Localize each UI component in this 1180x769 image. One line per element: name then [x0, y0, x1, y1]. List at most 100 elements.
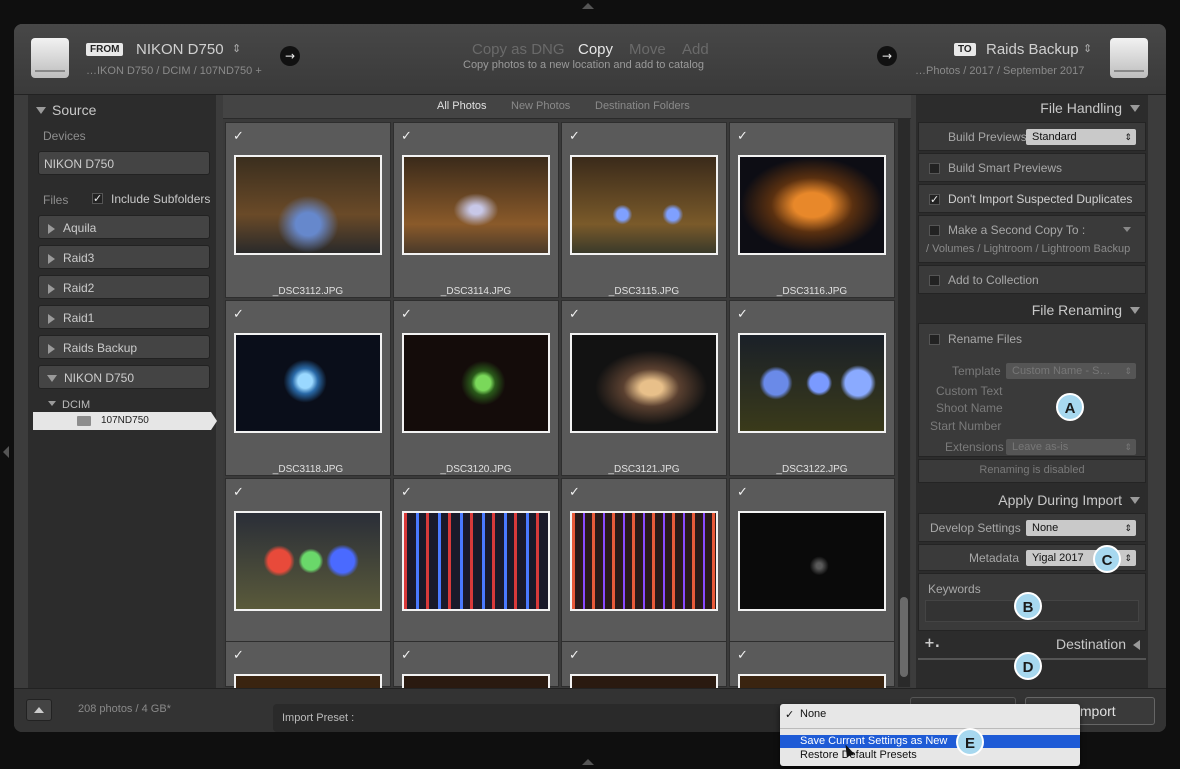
photo-checkbox[interactable]: ✓ — [401, 648, 412, 663]
photo-checkbox[interactable]: ✓ — [569, 485, 580, 500]
include-subfolders-checkbox[interactable]: ✓ — [92, 193, 103, 204]
destination-arrow-icon[interactable]: → — [877, 46, 897, 66]
photo-checkbox[interactable]: ✓ — [569, 648, 580, 663]
rename-files-checkbox[interactable] — [929, 334, 940, 345]
tab-all-photos[interactable]: All Photos — [437, 100, 487, 112]
compact-mode-button[interactable] — [26, 699, 52, 721]
expand-triangle-icon — [48, 223, 55, 234]
extensions-select[interactable]: Leave as-is ⇕ — [1006, 439, 1136, 455]
photo-checkbox[interactable]: ✓ — [569, 129, 580, 144]
apply-during-import-header[interactable]: Apply During Import — [998, 490, 1140, 509]
selection-pointer-icon — [211, 412, 217, 430]
photo-checkbox[interactable]: ✓ — [233, 307, 244, 322]
source-selector-chevron-icon[interactable]: ⇕ — [232, 42, 241, 55]
destination-selector-chevron-icon[interactable]: ⇕ — [1083, 42, 1092, 55]
destination-drive-icon — [1110, 38, 1148, 78]
preset-menu-item-none[interactable]: ✓ None — [780, 708, 1080, 722]
photo-cell[interactable]: ✓ _DSC3122.JPG — [729, 300, 895, 476]
smart-previews-checkbox[interactable] — [929, 163, 940, 174]
devices-label: Devices — [43, 129, 86, 143]
photo-checkbox[interactable]: ✓ — [401, 485, 412, 500]
photo-cell[interactable]: ✓ — [393, 641, 559, 688]
add-to-collection-checkbox[interactable] — [929, 275, 940, 286]
photo-checkbox[interactable]: ✓ — [737, 307, 748, 322]
build-previews-select[interactable]: Standard ⇕ — [1026, 129, 1136, 145]
dont-import-dupes-checkbox[interactable]: ✓ — [929, 194, 940, 205]
callout-d: D — [1014, 652, 1042, 680]
photo-checkbox[interactable]: ✓ — [233, 129, 244, 144]
photo-cell[interactable]: ✓ _DSC3115.JPG — [561, 122, 727, 298]
add-to-collection-label: Add to Collection — [948, 273, 1039, 287]
develop-settings-select[interactable]: None ⇕ — [1026, 520, 1136, 536]
add-to-collection-row: Add to Collection — [918, 265, 1146, 294]
photo-checkbox[interactable]: ✓ — [233, 485, 244, 500]
volume-raid2[interactable]: Raid2 — [38, 275, 210, 299]
checkmark-icon: ✓ — [785, 709, 795, 721]
photo-cell[interactable]: ✓ _DSC3121.JPG — [561, 300, 727, 476]
volume-raid3[interactable]: Raid3 — [38, 245, 210, 269]
photo-checkbox[interactable]: ✓ — [737, 648, 748, 663]
photo-checkbox[interactable]: ✓ — [233, 648, 244, 663]
photo-thumbnail — [738, 333, 886, 433]
device-nikon[interactable]: NIKON D750 — [38, 151, 210, 175]
folder-dcim[interactable]: DCIM — [48, 393, 90, 412]
expand-triangle-icon — [48, 283, 55, 294]
photo-cell[interactable]: ✓ — [561, 478, 727, 654]
add-destination-plus-icon[interactable]: +. — [924, 636, 940, 651]
volume-raids-backup[interactable]: Raids Backup — [38, 335, 210, 359]
source-panel-header[interactable]: Source — [36, 100, 96, 119]
photo-checkbox[interactable]: ✓ — [569, 307, 580, 322]
left-panel-toggle-icon[interactable] — [3, 446, 9, 458]
photo-checkbox[interactable]: ✓ — [737, 129, 748, 144]
photo-cell[interactable]: ✓ — [225, 641, 391, 688]
template-select[interactable]: Custom Name - S… ⇕ — [1006, 363, 1136, 379]
file-renaming-header[interactable]: File Renaming — [1032, 300, 1140, 319]
photo-cell[interactable]: ✓ _DSC3114.JPG — [393, 122, 559, 298]
source-selector[interactable]: NIKON D750 — [136, 41, 224, 58]
photo-cell[interactable]: ✓ _DSC3116.JPG — [729, 122, 895, 298]
grid-scrollbar[interactable] — [898, 119, 910, 687]
volume-raid1[interactable]: Raid1 — [38, 305, 210, 329]
photo-checkbox[interactable]: ✓ — [401, 307, 412, 322]
tab-new-photos[interactable]: New Photos — [511, 100, 570, 112]
mode-add[interactable]: Add — [682, 41, 709, 58]
folder-107nd750-selected[interactable]: 107ND750 — [33, 412, 211, 430]
volume-nikon-d750[interactable]: NIKON D750 — [38, 365, 210, 389]
photo-cell[interactable]: ✓ — [729, 641, 895, 688]
build-previews-label: Build Previews — [948, 130, 1027, 144]
mode-move[interactable]: Move — [629, 41, 666, 58]
mode-copy[interactable]: Copy — [578, 41, 613, 58]
tab-destination-folders[interactable]: Destination Folders — [595, 100, 690, 112]
photo-cell[interactable]: ✓ — [225, 478, 391, 654]
photo-cell[interactable]: ✓ — [393, 478, 559, 654]
second-copy-checkbox[interactable] — [929, 225, 940, 236]
source-arrow-icon[interactable]: → — [280, 46, 300, 66]
photo-cell[interactable]: ✓ _DSC3112.JPG — [225, 122, 391, 298]
volume-aquila[interactable]: Aquila — [38, 215, 210, 239]
grid-scrollbar-thumb[interactable] — [900, 597, 908, 677]
top-panel-toggle-icon[interactable] — [582, 3, 594, 9]
dropdown-arrow-icon[interactable] — [1123, 227, 1131, 232]
photo-checkbox[interactable]: ✓ — [737, 485, 748, 500]
bottom-panel-toggle-icon[interactable] — [582, 759, 594, 765]
preset-menu-item-restore-defaults[interactable]: Restore Default Presets — [780, 749, 1080, 763]
preset-menu-item-save-current[interactable]: Save Current Settings as New — [780, 735, 1080, 748]
photo-thumbnail — [738, 674, 886, 688]
callout-b: B — [1014, 592, 1042, 620]
photo-checkbox[interactable]: ✓ — [401, 129, 412, 144]
file-handling-header[interactable]: File Handling — [1040, 98, 1140, 117]
photo-cell[interactable]: ✓ _DSC3118.JPG — [225, 300, 391, 476]
photo-filename: _DSC3114.JPG — [440, 286, 512, 297]
import-preset-label: Import Preset : — [282, 712, 355, 724]
smart-previews-row: Build Smart Previews — [918, 153, 1146, 182]
import-preset-bar[interactable]: Import Preset : — [273, 704, 781, 732]
expand-triangle-icon — [48, 253, 55, 264]
second-copy-path: / Volumes / Lightroom / Lightroom Backup — [926, 243, 1131, 255]
destination-selector[interactable]: Raids Backup — [986, 41, 1079, 58]
mode-copy-as-dng[interactable]: Copy as DNG — [472, 41, 565, 58]
photo-thumbnail — [570, 333, 718, 433]
photo-cell[interactable]: ✓ — [561, 641, 727, 688]
photo-cell[interactable]: ✓ — [729, 478, 895, 654]
collapse-triangle-icon — [1130, 105, 1140, 112]
photo-cell[interactable]: ✓ _DSC3120.JPG — [393, 300, 559, 476]
